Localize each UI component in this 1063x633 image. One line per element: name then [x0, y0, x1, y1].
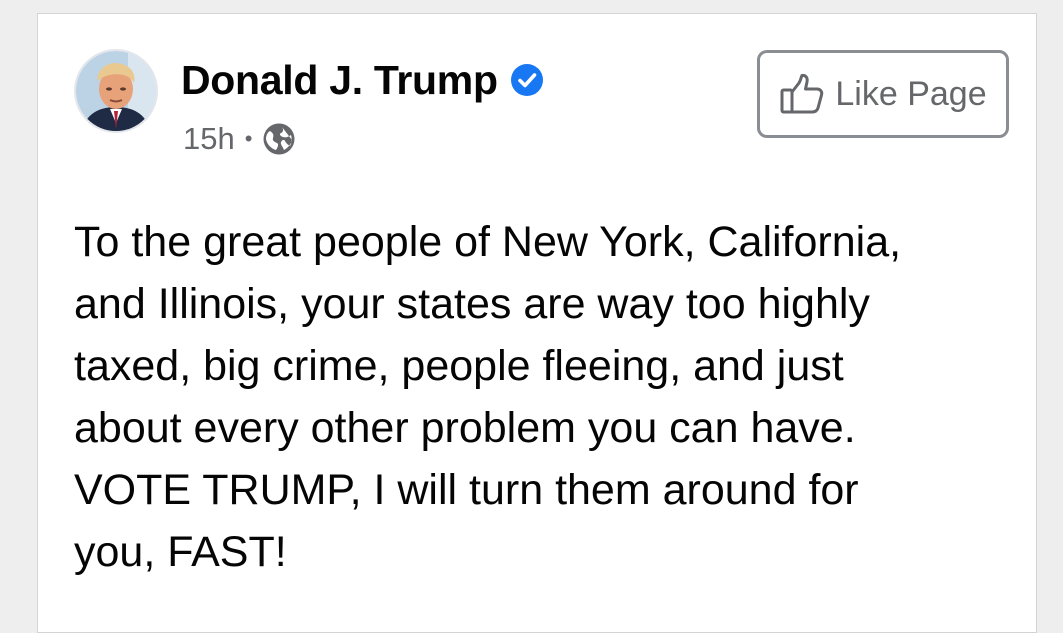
like-page-label: Like Page	[835, 74, 987, 113]
verified-badge-icon	[510, 64, 543, 96]
thumbs-up-icon	[779, 73, 825, 115]
post-card: Donald J. Trump 15h • Like Page To the g…	[37, 13, 1037, 633]
post-timestamp[interactable]: 15h	[183, 121, 235, 157]
post-meta: 15h •	[183, 119, 296, 159]
author-row: Donald J. Trump	[181, 54, 543, 106]
author-name[interactable]: Donald J. Trump	[181, 57, 498, 104]
like-page-button[interactable]: Like Page	[757, 50, 1009, 138]
author-avatar[interactable]	[74, 49, 158, 133]
meta-separator: •	[244, 126, 253, 151]
post-body-text: To the great people of New York, Califor…	[74, 218, 902, 576]
globe-icon[interactable]	[262, 122, 296, 156]
avatar-image	[76, 51, 156, 131]
